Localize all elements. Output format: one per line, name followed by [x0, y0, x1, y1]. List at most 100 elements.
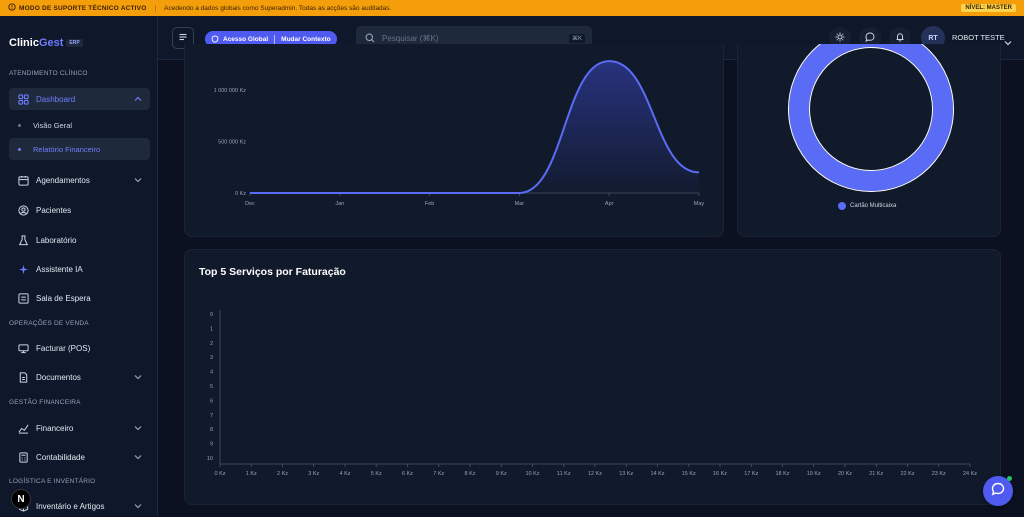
x-tick-label: 18 Kz: [775, 471, 789, 477]
x-tick-label: Jan: [335, 201, 344, 207]
x-tick-label: 14 Kz: [650, 471, 664, 477]
global-access-label: Acesso Global: [223, 35, 269, 43]
donut-inner-edge: [809, 47, 933, 171]
sidebar-item-dashboard[interactable]: Dashboard: [9, 88, 150, 110]
y-tick-label: 6: [210, 398, 213, 404]
x-tick-label: 19 Kz: [807, 471, 821, 477]
sidebar-item-financeiro[interactable]: Financeiro: [9, 417, 150, 439]
sidebar-item-label: Sala de Espera: [36, 293, 91, 303]
x-tick-label: 12 Kz: [588, 471, 602, 477]
sidebar-item-agendamentos[interactable]: Agendamentos: [9, 169, 150, 191]
calendar-icon: [17, 174, 29, 186]
shortcut-hint: ⌘K: [568, 33, 585, 43]
section-atendimento: ATENDIMENTO CLÍNICO: [9, 70, 88, 77]
x-tick-label: 7 Kz: [433, 471, 444, 477]
x-tick-label: 20 Kz: [838, 471, 852, 477]
y-tick-label: 0 Kz: [235, 191, 246, 197]
user-circle-icon: [17, 204, 29, 216]
calculator-icon: [17, 451, 29, 463]
search-placeholder: Pesquisar (⌘K): [382, 33, 439, 43]
x-tick-label: 3 Kz: [308, 471, 319, 477]
x-tick-label: 5 Kz: [371, 471, 382, 477]
list-icon: [17, 292, 29, 304]
top-services-bar-chart: 0 1 2 3 4 5 6 7 8 9 10 0 Kz 1 Kz 2 Kz 3 Kz 4 Kz 5 Kz 6 Kz…: [207, 310, 977, 477]
sidebar-item-label: Agendamentos: [36, 175, 90, 185]
chevron-down-icon: [134, 453, 142, 461]
legend-swatch: [838, 202, 846, 210]
x-tick-label: 4 Kz: [339, 471, 350, 477]
x-tick-label: Apr: [605, 201, 614, 207]
sidebar-item-pacientes[interactable]: Pacientes: [9, 199, 150, 221]
sidebar-item-facturar[interactable]: Facturar (POS): [9, 337, 150, 359]
y-tick-label: 5: [210, 384, 213, 390]
chevron-down-icon: [134, 176, 142, 184]
dashboard-icon: [17, 93, 29, 105]
x-tick-label: 16 Kz: [713, 471, 727, 477]
x-tick-label: 10 Kz: [525, 471, 539, 477]
y-tick-label: 10: [207, 456, 213, 462]
y-tick-label: 9: [210, 442, 213, 448]
y-tick-label: 4: [210, 370, 213, 376]
sidebar-item-label: Financeiro: [36, 423, 74, 433]
x-tick-label: 2 Kz: [277, 471, 288, 477]
dev-tools-badge[interactable]: N: [11, 489, 31, 509]
banner-separator: |: [154, 4, 157, 12]
sidebar-item-laboratorio[interactable]: Laboratório: [9, 229, 150, 251]
chevron-down-icon: [134, 373, 142, 381]
search-icon: [365, 33, 375, 43]
y-tick-label: 7: [210, 413, 213, 419]
sidebar-item-label: Facturar (POS): [36, 343, 91, 353]
x-tick-label: 23 Kz: [932, 471, 946, 477]
sidebar-item-label: Inventário e Artigos: [36, 501, 105, 511]
chevron-down-icon: [134, 424, 142, 432]
x-tick-label: 9 Kz: [496, 471, 507, 477]
access-level-badge: NÍVEL: MASTER: [961, 4, 1016, 12]
context-divider: [274, 34, 276, 44]
chevron-up-icon: [134, 95, 142, 103]
sidebar-item-label: Pacientes: [36, 205, 72, 215]
x-tick-label: Dec: [245, 201, 255, 207]
x-tick-label: 21 Kz: [869, 471, 883, 477]
x-tick-label: 0 Kz: [214, 471, 225, 477]
sidebar-item-contabilidade[interactable]: Contabilidade: [9, 446, 150, 468]
sidebar-subitem-visao-geral[interactable]: Visão Geral: [9, 114, 150, 136]
sidebar-item-label: Assistente IA: [36, 264, 83, 274]
chart-legend: Cartão Multicaixa: [838, 202, 896, 210]
sparkles-icon: [17, 263, 29, 275]
sidebar-item-sala-de-espera[interactable]: Sala de Espera: [9, 287, 150, 309]
x-tick-label: Mar: [515, 201, 525, 207]
top-services-card: Top 5 Serviços por Faturação 01234567891…: [184, 249, 1001, 505]
chevron-down-icon[interactable]: [1004, 34, 1012, 46]
sidebar-item-documentos[interactable]: Documentos: [9, 366, 150, 388]
x-tick-label: 13 Kz: [619, 471, 633, 477]
sidebar-subitem-relatorio-financeiro[interactable]: Relatório Financeiro: [9, 138, 150, 160]
sidebar-item-assistente-ia[interactable]: Assistente IA: [9, 258, 150, 280]
bullet-icon: [18, 123, 21, 127]
flask-icon: [17, 234, 29, 246]
y-tick-label: 1 000 000 Kz: [214, 88, 247, 94]
bullet-icon: [18, 147, 21, 151]
revenue-area-chart: 0 Kz 500 000 Kz 1 000 000 Kz Dec Jan Feb Mar Ap…: [214, 60, 705, 207]
online-status-dot: [1007, 476, 1012, 481]
x-tick-label: Feb: [425, 201, 434, 207]
banner-message: Acedendo a dados globais como Superadmin…: [164, 4, 392, 12]
x-tick-label: May: [694, 201, 705, 207]
change-context-button[interactable]: Mudar Contexto: [281, 36, 330, 43]
support-mode-banner: MODO DE SUPORTE TÉCNICO ACTIVO | Acedend…: [0, 0, 1024, 16]
x-tick-label: 17 Kz: [744, 471, 758, 477]
section-gestao-financeira: GESTÃO FINANCEIRA: [9, 399, 81, 406]
banner-title: MODO DE SUPORTE TÉCNICO ACTIVO: [19, 4, 147, 12]
sidebar-item-label: Contabilidade: [36, 452, 85, 462]
x-tick-label: 15 Kz: [682, 471, 696, 477]
x-tick-label: 11 Kz: [557, 471, 571, 477]
x-tick-label: 24 Kz: [963, 471, 977, 477]
monitor-icon: [17, 342, 29, 354]
sidebar-subitem-label: Visão Geral: [33, 120, 73, 130]
app-logo[interactable]: ClinicGest ERP: [9, 37, 83, 49]
sidebar-item-label: Documentos: [36, 372, 81, 382]
y-tick-label: 3: [210, 355, 213, 361]
chat-bubble-icon: [991, 482, 1005, 501]
revenue-chart-card: 0 Kz 500 000 Kz 1 000 000 Kz Dec Jan Feb Mar Ap…: [184, 44, 724, 237]
user-name[interactable]: ROBOT TESTE: [952, 33, 1005, 42]
shield-icon: [211, 35, 219, 43]
